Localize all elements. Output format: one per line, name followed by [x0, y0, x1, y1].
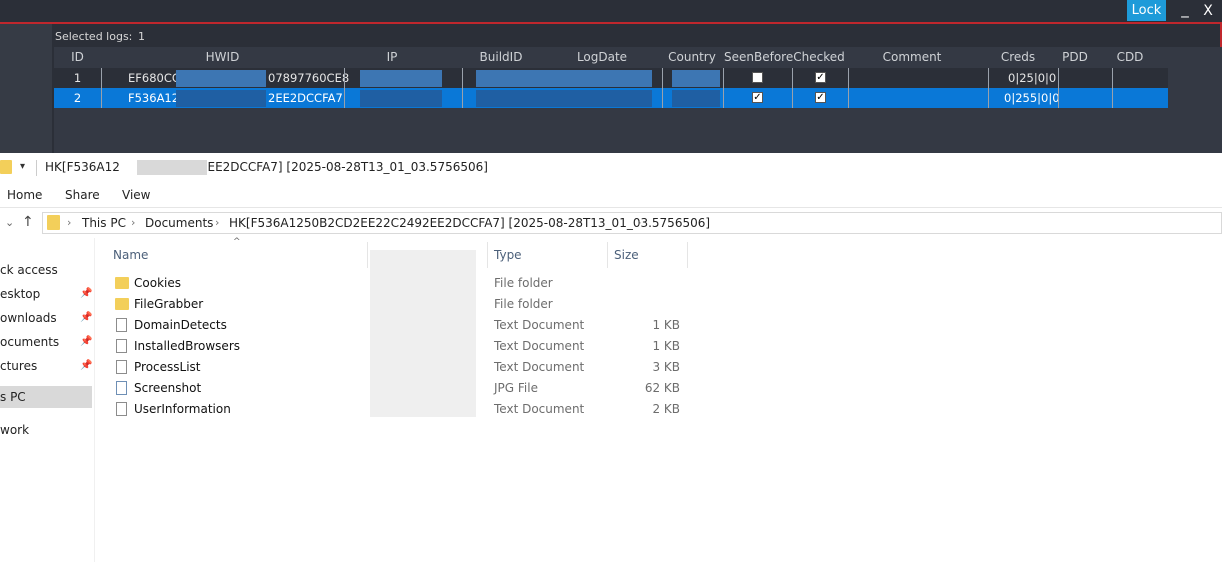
file-row[interactable]: UserInformation Text Document 2 KB [113, 399, 693, 420]
log-viewer-titlebar: Lock _ X [0, 0, 1222, 22]
text-file-icon [116, 402, 127, 416]
log-hwid-end: 2EE2DCCFA7 [268, 91, 343, 105]
minimize-button[interactable]: _ [1175, 0, 1195, 22]
checked-checkbox[interactable]: ✓ [815, 72, 826, 83]
chevron-right-icon[interactable]: › [637, 216, 641, 229]
redacted-block [476, 90, 652, 107]
log-id: 2 [73, 91, 82, 105]
text-file-icon [116, 339, 127, 353]
nav-pictures[interactable]: ctures 📌 [0, 355, 92, 377]
pin-icon: 📌 [80, 336, 93, 347]
log-hwid-end: 07897760CE8 [268, 71, 350, 85]
ribbon [0, 183, 1222, 208]
column-header-comment[interactable]: Comment [848, 47, 976, 67]
redacted-block [476, 70, 652, 87]
lock-button[interactable]: Lock [1127, 0, 1166, 21]
column-header-size[interactable]: Size [614, 248, 639, 262]
redacted-block [176, 90, 266, 107]
redacted-block [176, 70, 266, 87]
seenbefore-checkbox[interactable] [752, 72, 763, 83]
file-row[interactable]: Cookies File folder [113, 273, 693, 294]
folder-icon [115, 298, 129, 310]
folder-icon [0, 160, 12, 174]
log-creds: 0|255|0|0 [1004, 91, 1060, 105]
column-header-id[interactable]: ID [54, 47, 101, 67]
side-strip [0, 24, 52, 153]
column-header-checked[interactable]: Checked [792, 47, 846, 67]
nav-documents[interactable]: ocuments 📌 [0, 331, 92, 353]
column-header-seenbefore[interactable]: SeenBefore [724, 47, 793, 67]
column-header-ip[interactable]: IP [344, 47, 440, 67]
up-arrow-icon[interactable]: ↑ [22, 214, 34, 230]
tab-home[interactable]: Home [7, 188, 42, 202]
pin-icon: 📌 [80, 312, 93, 323]
navigation-pane: ck access esktop 📌 ownloads 📌 ocuments 📌 ct… [0, 238, 95, 562]
text-file-icon [116, 360, 127, 374]
column-header-type[interactable]: Type [494, 248, 522, 262]
text-file-icon [116, 318, 127, 332]
column-header-logdate[interactable]: LogDate [562, 47, 642, 67]
file-row[interactable]: Screenshot JPG File 62 KB [113, 378, 693, 399]
log-id: 1 [73, 71, 82, 85]
column-header-hwid[interactable]: HWID [101, 47, 344, 67]
column-header-creds[interactable]: Creds [988, 47, 1048, 67]
log-row-selected[interactable]: 2 F536A12 2EE2DCCFA7 ✓ ✓ 0|255|0|0 [54, 88, 1168, 108]
seenbefore-checkbox[interactable]: ✓ [752, 92, 763, 103]
tab-share[interactable]: Share [65, 188, 100, 202]
chevron-right-icon[interactable]: › [67, 216, 71, 229]
selected-logs-label: Selected logs: [55, 30, 133, 43]
recent-locations-icon[interactable]: ⌄ [5, 216, 14, 229]
jpg-file-icon [116, 381, 127, 395]
column-header-country[interactable]: Country [662, 47, 722, 67]
log-hwid-start: F536A12 [128, 91, 180, 105]
file-row[interactable]: InstalledBrowsers Text Document 1 KB [113, 336, 693, 357]
log-viewer-panel: Lock _ X Selected logs: 1 ID HWID IP Bui… [0, 0, 1222, 153]
file-row[interactable]: ProcessList Text Document 3 KB [113, 357, 693, 378]
column-header-name[interactable]: Name [113, 248, 148, 262]
nav-downloads[interactable]: ownloads 📌 [0, 307, 92, 329]
checked-checkbox[interactable]: ✓ [815, 92, 826, 103]
folder-icon [47, 215, 60, 230]
breadcrumb-this-pc[interactable]: This PC [82, 216, 126, 230]
nav-desktop[interactable]: esktop 📌 [0, 283, 92, 305]
pin-icon: 📌 [80, 288, 93, 299]
folder-icon [115, 277, 129, 289]
close-button[interactable]: X [1198, 0, 1218, 22]
file-row[interactable]: DomainDetects Text Document 1 KB [113, 315, 693, 336]
file-row[interactable]: FileGrabber File folder [113, 294, 693, 315]
nav-quick-access[interactable]: ck access [0, 259, 92, 281]
pin-icon: 📌 [80, 360, 93, 371]
tab-view[interactable]: View [122, 188, 150, 202]
redacted-block [360, 90, 442, 107]
redacted-block [672, 70, 720, 87]
redacted-block [672, 90, 720, 107]
column-header-cdd[interactable]: CDD [1112, 47, 1148, 67]
explorer-window-title: HK[F536A12 2EE2DCCFA7] [2025-08-28T13_01_… [45, 160, 488, 174]
log-creds: 0|25|0|0 [1008, 71, 1057, 85]
redacted-block [137, 160, 207, 175]
redacted-block [360, 70, 442, 87]
quick-access-dropdown-icon[interactable]: ▾ [20, 161, 25, 172]
log-row[interactable]: 1 EF680CC 07897760CE8 ✓ 0|25|0|0 [54, 68, 1168, 88]
nav-this-pc[interactable]: s PC [0, 386, 92, 408]
nav-network[interactable]: work [0, 419, 92, 441]
chevron-right-icon[interactable]: › [131, 216, 135, 229]
breadcrumb-documents[interactable]: Documents [145, 216, 213, 230]
chevron-right-icon[interactable]: › [215, 216, 219, 229]
selected-logs-count: 1 [138, 30, 145, 43]
sort-ascending-icon: ^ [233, 237, 241, 247]
log-hwid-start: EF680CC [128, 71, 180, 85]
column-header-pdd[interactable]: PDD [1058, 47, 1092, 67]
column-header-buildid[interactable]: BuildID [440, 47, 562, 67]
